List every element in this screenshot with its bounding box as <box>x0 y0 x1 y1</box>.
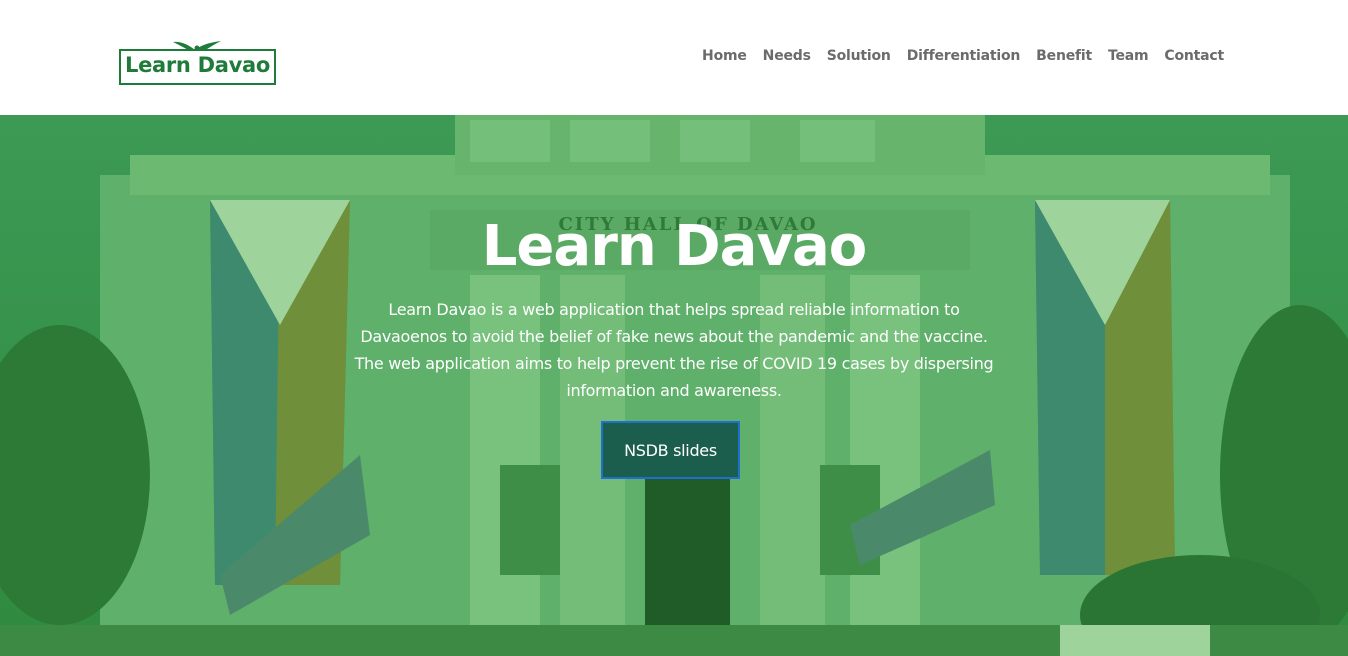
hero-title: Learn Davao <box>481 214 867 279</box>
nav-team[interactable]: Team <box>1108 47 1149 65</box>
nav-benefit[interactable]: Benefit <box>1036 47 1092 65</box>
main-nav: Home Needs Solution Differentiation Bene… <box>702 47 1224 65</box>
site-header: Learn Davao Home Needs Solution Differen… <box>0 0 1348 115</box>
logo[interactable]: Learn Davao <box>119 39 276 85</box>
logo-text: Learn Davao <box>124 53 270 77</box>
nav-contact[interactable]: Contact <box>1164 47 1224 65</box>
nsdb-slides-button[interactable]: NSDB slides <box>601 421 740 479</box>
nav-home[interactable]: Home <box>702 47 747 65</box>
nav-needs[interactable]: Needs <box>763 47 811 65</box>
hero-section: CITY HALL OF DAVAO Learn Davao Learn Dav… <box>0 115 1348 656</box>
nav-solution[interactable]: Solution <box>827 47 891 65</box>
hero-description: Learn Davao is a web application that he… <box>354 300 994 400</box>
nav-differentiation[interactable]: Differentiation <box>907 47 1021 65</box>
